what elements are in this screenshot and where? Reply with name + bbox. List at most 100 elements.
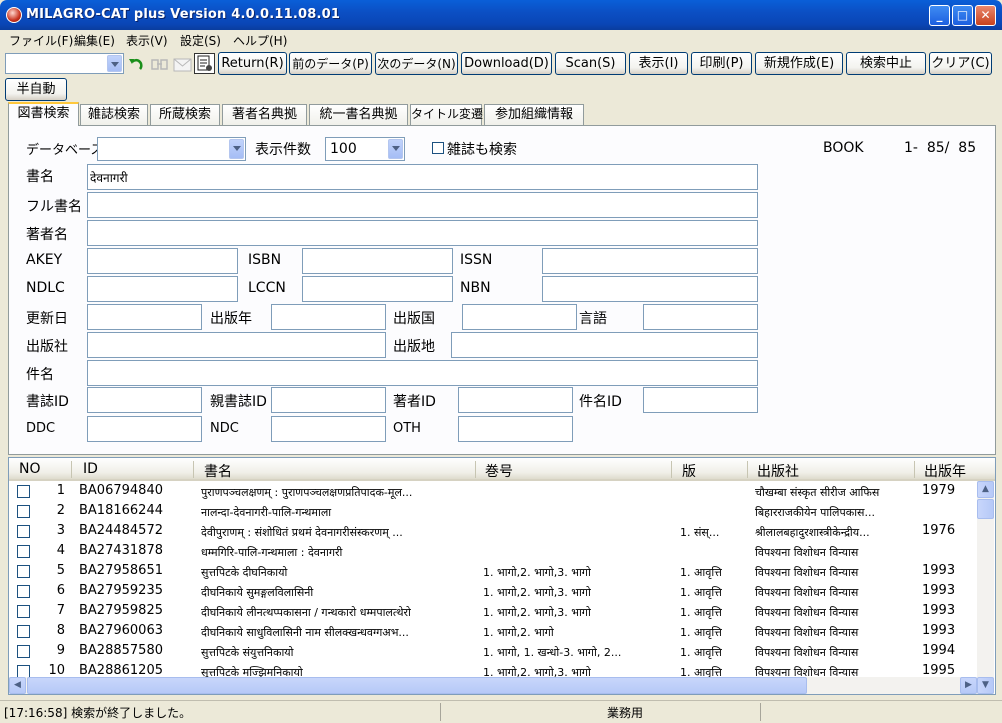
pubplace-field[interactable] (451, 332, 758, 358)
return-button[interactable]: Return(R) (218, 52, 287, 75)
col-divider[interactable] (71, 461, 72, 478)
updated-field[interactable] (87, 304, 202, 330)
menu-settings[interactable]: 設定(S) (180, 32, 221, 49)
row-checkbox[interactable] (17, 545, 30, 558)
clear-button[interactable]: クリア(C) (929, 52, 992, 75)
ndlc-field[interactable] (87, 276, 238, 302)
author-field[interactable] (87, 220, 758, 246)
row-checkbox[interactable] (17, 525, 30, 538)
publisher-field[interactable] (87, 332, 386, 358)
tab-uniform-title-authority[interactable]: 統一書名典拠 (309, 104, 408, 125)
issn-field[interactable] (542, 248, 758, 274)
chevron-down-icon[interactable] (229, 139, 244, 159)
row-checkbox[interactable] (17, 625, 30, 638)
table-row[interactable]: 8 BA27960063 दीघनिकाये साधुविलासिनी नाम सी… (9, 622, 975, 642)
table-row[interactable]: 5 BA27958651 सुत्तपिटके दीघनिकायो 1. भागो,2… (9, 562, 975, 582)
col-divider[interactable] (747, 461, 748, 478)
row-checkbox[interactable] (17, 645, 30, 658)
result-list[interactable]: NO ID 書名 巻号 版 出版社 出版年 1 BA06794840 पुराणपञ… (8, 457, 996, 695)
col-divider[interactable] (475, 461, 476, 478)
nbn-field[interactable] (542, 276, 758, 302)
pubyear-field[interactable] (271, 304, 386, 330)
row-checkbox[interactable] (17, 565, 30, 578)
semi-auto-button[interactable]: 半自動 (5, 78, 67, 101)
table-row[interactable]: 4 BA27431878 धम्मगिरि-पालि-गन्थमाला : देवन… (9, 542, 975, 562)
col-title[interactable]: 書名 (204, 461, 232, 481)
table-row[interactable]: 2 BA18166244 नालन्दा-देवनागरी-पालि-गन्थमाल… (9, 502, 975, 522)
undo-icon[interactable] (125, 53, 146, 74)
table-row[interactable]: 1 BA06794840 पुराणपञ्चलक्षणम् : पुराणपञ्चल… (9, 482, 975, 502)
vertical-scrollbar[interactable]: ▲ ▼ (977, 481, 994, 694)
akey-field[interactable] (87, 248, 238, 274)
table-row[interactable]: 3 BA24484572 देवीपुराणम् : संशोधितं प्रथमं… (9, 522, 975, 542)
row-no: 3 (56, 523, 65, 538)
next-data-button[interactable]: 次のデータ(N) (375, 52, 458, 75)
row-checkbox[interactable] (17, 585, 30, 598)
col-volume[interactable]: 巻号 (485, 461, 513, 481)
document-icon[interactable] (194, 53, 215, 74)
col-edition[interactable]: 版 (682, 461, 696, 481)
scroll-right-icon[interactable]: ▶ (960, 677, 977, 694)
database-select[interactable] (97, 137, 246, 161)
subjectid-field[interactable] (643, 387, 758, 413)
col-year[interactable]: 出版年 (924, 461, 966, 481)
tab-holdings-search[interactable]: 所蔵検索 (150, 104, 220, 125)
print-button[interactable]: 印刷(P) (691, 52, 752, 75)
chevron-down-icon[interactable] (107, 55, 122, 72)
stop-search-button[interactable]: 検索中止 (846, 52, 926, 75)
tab-magazine-search[interactable]: 雑誌検索 (80, 104, 148, 125)
scroll-up-icon[interactable]: ▲ (977, 481, 994, 498)
magazine-checkbox[interactable] (432, 142, 444, 154)
col-divider[interactable] (671, 461, 672, 478)
horizontal-scrollbar[interactable]: ◀ ▶ (9, 677, 977, 694)
bibid-field[interactable] (87, 387, 202, 413)
menu-help[interactable]: ヘルプ(H) (233, 32, 287, 49)
prev-data-button[interactable]: 前のデータ(P) (289, 52, 372, 75)
tab-author-authority[interactable]: 著者名典拠 (222, 104, 307, 125)
isbn-field[interactable] (302, 248, 453, 274)
download-button[interactable]: Download(D) (461, 52, 552, 75)
parentid-field[interactable] (271, 387, 386, 413)
oth-field[interactable] (458, 416, 573, 442)
lccn-field[interactable] (302, 276, 453, 302)
chevron-down-icon[interactable] (388, 139, 403, 159)
col-no[interactable]: NO (19, 461, 41, 477)
minimize-button[interactable]: _ (929, 5, 950, 26)
count-select[interactable]: 100 (325, 137, 405, 161)
tab-book-search[interactable]: 図書検索 (8, 102, 79, 126)
close-button[interactable]: ✕ (975, 5, 996, 26)
ddc-field[interactable] (87, 416, 202, 442)
col-id[interactable]: ID (83, 461, 98, 477)
scan-button[interactable]: Scan(S) (555, 52, 626, 75)
title-bar[interactable]: MILAGRO-CAT plus Version 4.0.0.11.08.01 … (0, 0, 1002, 30)
scroll-thumb[interactable] (27, 677, 807, 694)
col-divider[interactable] (914, 461, 915, 478)
authorid-field[interactable] (458, 387, 573, 413)
ndc-field[interactable] (271, 416, 386, 442)
table-row[interactable]: 6 BA27959235 दीघनिकाये सुमङ्गलविलासिनी 1. भ… (9, 582, 975, 602)
row-checkbox[interactable] (17, 505, 30, 518)
row-checkbox[interactable] (17, 485, 30, 498)
fulltitle-field[interactable] (87, 192, 758, 218)
scroll-down-icon[interactable]: ▼ (977, 677, 994, 694)
maximize-button[interactable]: □ (952, 5, 973, 26)
table-row[interactable]: 9 BA28857580 सुत्तपिटके संयुत्तनिकायो 1. भा… (9, 642, 975, 662)
pubcountry-field[interactable] (462, 304, 577, 330)
tab-participant-info[interactable]: 参加組織情報 (484, 104, 584, 125)
col-divider[interactable] (193, 461, 194, 478)
tab-title-change[interactable]: タイトル変遷 (410, 104, 483, 125)
menu-file[interactable]: ファイル(F) (9, 32, 73, 49)
menu-edit[interactable]: 編集(E) (74, 32, 115, 49)
display-button[interactable]: 表示(I) (629, 52, 688, 75)
col-publisher[interactable]: 出版社 (757, 461, 799, 481)
language-field[interactable] (643, 304, 758, 330)
history-combo[interactable] (5, 53, 124, 74)
row-checkbox[interactable] (17, 605, 30, 618)
subject-field[interactable] (87, 360, 758, 386)
scroll-thumb[interactable] (977, 499, 994, 519)
menu-view[interactable]: 表示(V) (126, 32, 168, 49)
table-row[interactable]: 7 BA27959825 दीघनिकाये लीनत्थप्पकासना / गन… (9, 602, 975, 622)
title-field[interactable]: देवनागरी (87, 164, 758, 190)
new-record-button[interactable]: 新規作成(E) (755, 52, 843, 75)
scroll-left-icon[interactable]: ◀ (9, 677, 26, 694)
